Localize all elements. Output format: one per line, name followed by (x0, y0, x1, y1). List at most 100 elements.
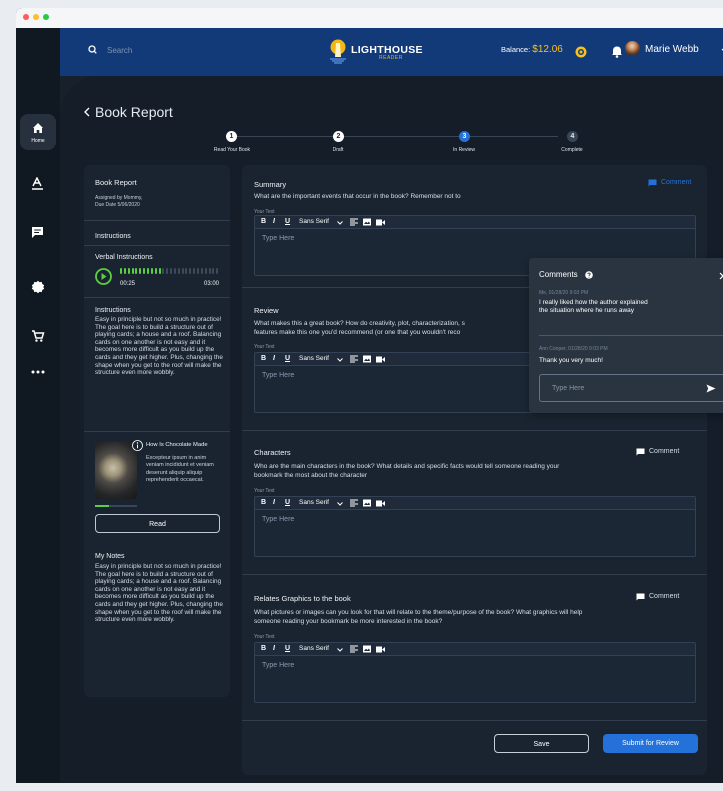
audio-progress-bar (154, 268, 157, 274)
step-4[interactable]: 4 Complete (547, 131, 597, 155)
step-1-label: Read Your Book (213, 147, 251, 153)
bold-button[interactable]: B (261, 355, 266, 362)
info-icon[interactable] (132, 440, 143, 451)
balance-label: Balance: (501, 45, 531, 54)
sidebar-home-label: Home (31, 138, 45, 144)
step-1-number: 1 (226, 131, 237, 142)
align-icon[interactable] (350, 218, 358, 226)
font-selector[interactable]: Sans Serif (299, 218, 329, 225)
characters-your-text-label: Your Text (254, 488, 275, 494)
image-icon[interactable] (363, 499, 371, 507)
font-selector[interactable]: Sans Serif (299, 645, 329, 652)
top-navigation: Search LIGHTHOUSE READER Balance: $12.06… (60, 28, 723, 76)
read-button[interactable]: Read (95, 514, 220, 533)
sidebar-item-more[interactable] (20, 354, 56, 390)
chevron-left-icon[interactable] (84, 107, 91, 117)
graphics-comment-label: Comment (649, 593, 680, 600)
summary-title: Summary (254, 180, 287, 189)
save-button[interactable]: Save (494, 734, 589, 753)
play-icon[interactable] (95, 268, 112, 285)
user-menu[interactable]: Marie Webb (645, 44, 723, 55)
assignment-divider-2 (84, 245, 230, 246)
image-icon[interactable] (363, 218, 371, 226)
align-icon[interactable] (350, 355, 358, 363)
audio-total-time: 03:00 (204, 281, 220, 287)
bold-button[interactable]: B (261, 218, 266, 225)
assignment-sidebar: Book Report Assigned by Mommy, Due Date … (84, 165, 230, 697)
maximize-window-dot[interactable] (43, 14, 49, 20)
audio-progress-bar (166, 268, 169, 274)
review-title: Review (254, 306, 279, 315)
comment-icon (636, 593, 645, 601)
italic-button[interactable]: I (273, 499, 275, 506)
instructions-title: Instructions (95, 307, 131, 314)
footer-divider (242, 720, 707, 721)
user-name: Marie Webb (645, 44, 699, 55)
sidebar-item-store[interactable] (20, 320, 56, 356)
book-progress-fill (95, 505, 109, 507)
italic-button[interactable]: I (273, 645, 275, 652)
align-icon[interactable] (350, 645, 358, 653)
characters-divider (242, 574, 707, 575)
step-3[interactable]: 3 In Review (439, 131, 489, 155)
avatar[interactable] (625, 41, 640, 56)
audio-progress-bar (200, 268, 203, 274)
video-icon[interactable] (376, 646, 385, 653)
audio-progress[interactable] (120, 268, 220, 274)
underline-button[interactable]: U (285, 645, 290, 652)
italic-button[interactable]: I (273, 218, 275, 225)
graphics-editor[interactable]: B I U Sans Serif Type Here (254, 642, 696, 703)
minimize-window-dot[interactable] (33, 14, 39, 20)
summary-editor-toolbar: B I U Sans Serif (255, 216, 695, 229)
characters-prompt-line-2: bookmark the most about the character (254, 472, 368, 479)
notes-text: Easy in principle but not so much in pra… (95, 563, 223, 624)
audio-progress-bar (146, 268, 149, 274)
italic-button[interactable]: I (273, 355, 275, 362)
image-icon[interactable] (363, 645, 371, 653)
video-icon[interactable] (376, 219, 385, 226)
search-icon (88, 45, 97, 54)
notification-bell-icon[interactable] (611, 45, 623, 58)
audio-progress-bar (173, 268, 176, 274)
assignment-divider-4 (84, 431, 230, 432)
step-2[interactable]: 2 Draft (318, 131, 358, 155)
submit-for-review-button[interactable]: Submit for Review (603, 734, 698, 753)
characters-editor[interactable]: B I U Sans Serif Type Here (254, 496, 696, 557)
help-icon[interactable] (585, 271, 593, 279)
send-icon[interactable] (706, 384, 716, 393)
video-icon[interactable] (376, 356, 385, 363)
comments-title: Comments (539, 270, 578, 279)
font-selector[interactable]: Sans Serif (299, 499, 329, 506)
lighthouse-logo: LIGHTHOUSE READER (327, 37, 437, 67)
step-2-label: Draft (332, 147, 344, 153)
comment-input-placeholder: Type Here (552, 385, 585, 392)
underline-button[interactable]: U (285, 499, 290, 506)
sidebar-item-spelling[interactable] (20, 168, 56, 204)
underline-button[interactable]: U (285, 218, 290, 225)
comment-input[interactable]: Type Here (539, 374, 723, 402)
close-icon[interactable] (719, 272, 723, 280)
align-icon[interactable] (350, 499, 358, 507)
audio-player[interactable]: 00:25 03:00 (95, 266, 220, 292)
audio-progress-bar (193, 268, 196, 274)
sidebar-item-achievements[interactable] (20, 272, 56, 308)
review-prompt-line-1: What makes this a great book? How do cre… (254, 320, 465, 327)
assignment-divider-3 (84, 297, 230, 298)
audio-progress-bar (143, 268, 146, 274)
close-window-dot[interactable] (23, 14, 29, 20)
bold-button[interactable]: B (261, 499, 266, 506)
image-icon[interactable] (363, 355, 371, 363)
book-cover[interactable] (95, 441, 137, 499)
summary-placeholder: Type Here (262, 235, 295, 242)
underline-button[interactable]: U (285, 355, 290, 362)
message-icon (32, 227, 43, 238)
step-1[interactable]: 1 Read Your Book (203, 131, 261, 155)
bold-button[interactable]: B (261, 645, 266, 652)
balance-value: $12.06 (532, 44, 563, 55)
sidebar-item-home[interactable]: Home (20, 114, 56, 150)
video-icon[interactable] (376, 500, 385, 507)
font-selector[interactable]: Sans Serif (299, 355, 329, 362)
review-prompt-line-2: features make this one you'd recommend (… (254, 329, 461, 336)
step-4-label: Complete (561, 147, 583, 153)
sidebar-item-messages[interactable] (20, 217, 56, 253)
